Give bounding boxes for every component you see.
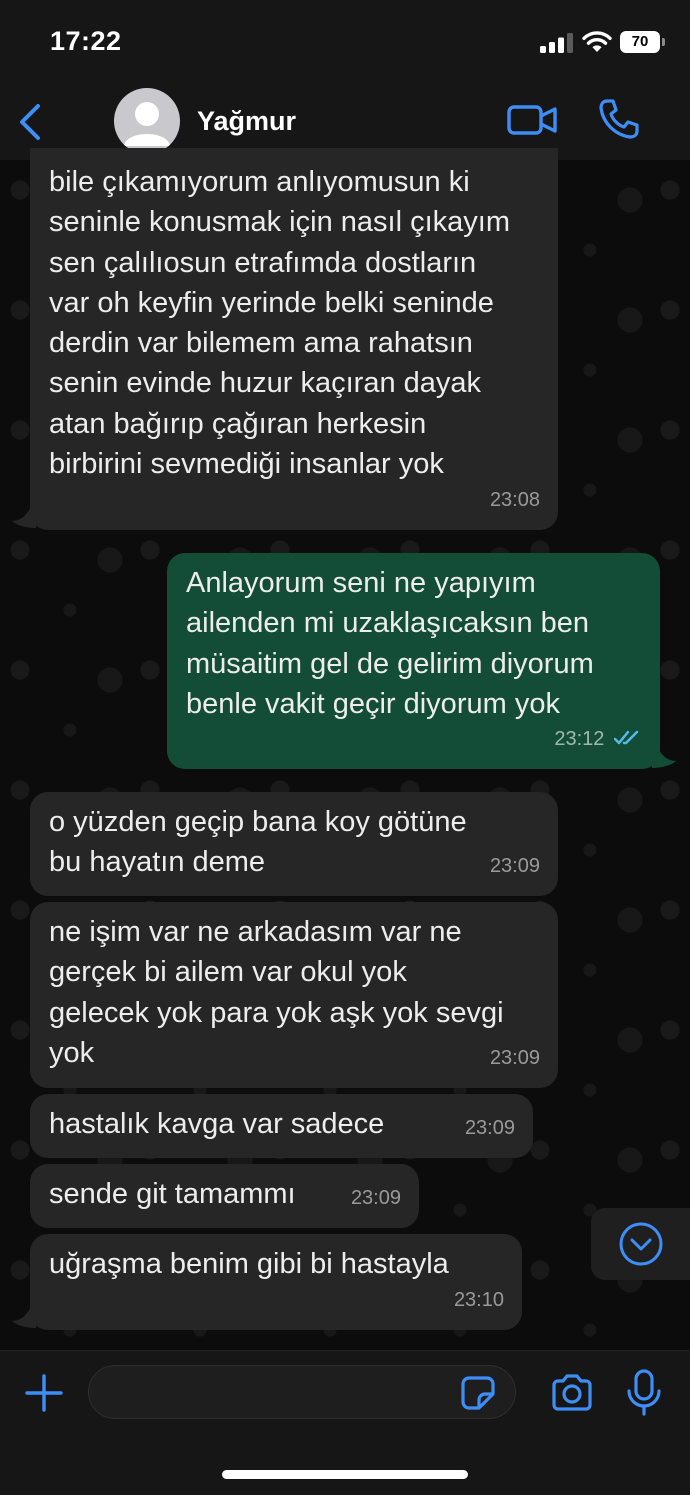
bubble-tail	[12, 508, 36, 528]
message-text: hastalık kavga var sadece	[49, 1108, 385, 1140]
home-indicator[interactable]	[222, 1470, 468, 1479]
incoming-message[interactable]: hastalık kavga var sadece 23:09	[30, 1094, 533, 1158]
contact-avatar[interactable]	[114, 88, 180, 154]
message-time: 23:09	[489, 1046, 540, 1069]
incoming-message[interactable]: uğraşma benim gibi bi hastayla 23:10	[30, 1234, 522, 1330]
cellular-signal-icon	[540, 33, 573, 53]
scroll-to-bottom-button[interactable]	[591, 1208, 690, 1280]
status-bar: 17:22 70	[0, 0, 690, 84]
incoming-message[interactable]: sende git tamammı 23:09	[30, 1164, 419, 1228]
bubble-tail	[652, 748, 676, 768]
video-call-icon[interactable]	[506, 102, 558, 138]
message-time: 23:09	[464, 1116, 515, 1139]
message-time: 23:12	[554, 727, 605, 750]
wifi-icon	[582, 31, 612, 52]
message-time: 23:10	[453, 1288, 504, 1311]
message-text: o yüzden geçip bana koy götüne bu hayatı…	[49, 806, 467, 879]
contact-name[interactable]: Yağmur	[197, 106, 296, 137]
message-text: bile çıkamıyorum anlıyomusun ki seninle …	[49, 166, 510, 481]
outgoing-message[interactable]: Anlayorum seni ne yapıyım ailenden mi uz…	[167, 553, 660, 769]
message-input[interactable]	[88, 1365, 516, 1419]
plus-icon[interactable]	[24, 1373, 64, 1413]
message-text: uğraşma benim gibi bi hastayla	[49, 1248, 449, 1280]
message-time: 23:09	[350, 1186, 401, 1209]
default-avatar-icon	[124, 102, 170, 146]
chevron-down-circle-icon	[619, 1222, 663, 1266]
incoming-message[interactable]: o yüzden geçip bana koy götüne bu hayatı…	[30, 792, 558, 896]
microphone-icon[interactable]	[626, 1369, 662, 1417]
message-time: 23:08	[489, 488, 540, 511]
message-text: Anlayorum seni ne yapıyım ailenden mi uz…	[186, 567, 594, 720]
camera-icon[interactable]	[550, 1373, 594, 1413]
incoming-message[interactable]: ne işim var ne arkadasım var ne gerçek b…	[30, 902, 558, 1088]
message-text: ne işim var ne arkadasım var ne gerçek b…	[49, 916, 504, 1069]
back-chevron-icon[interactable]	[12, 102, 48, 142]
message-text: sende git tamammı	[49, 1178, 296, 1210]
incoming-message[interactable]: bile çıkamıyorum anlıyomusun ki seninle …	[30, 148, 558, 530]
phone-call-icon[interactable]	[598, 98, 640, 140]
sticker-icon[interactable]	[460, 1375, 496, 1411]
status-time: 17:22	[50, 26, 122, 56]
message-meta: 23:12	[554, 719, 644, 759]
read-double-check-icon	[613, 730, 639, 744]
battery-icon: 70	[620, 31, 660, 53]
battery-nub	[662, 38, 665, 46]
message-time: 23:09	[489, 854, 540, 877]
bubble-tail	[12, 1308, 36, 1328]
